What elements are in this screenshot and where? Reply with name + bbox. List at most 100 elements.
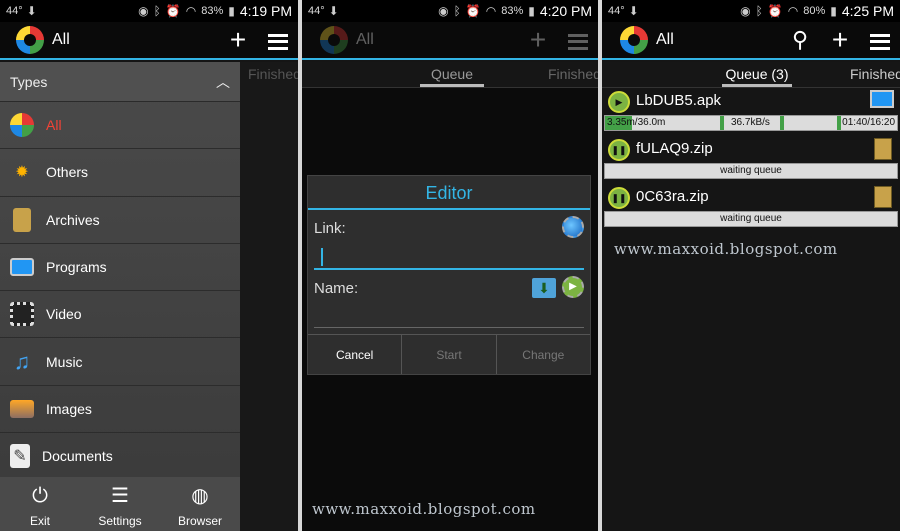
tab-finished[interactable]: Finished [850, 66, 900, 82]
app-logo-icon[interactable] [620, 26, 648, 54]
zip-icon [874, 138, 892, 160]
battery-percent: 83% [501, 5, 524, 17]
play-icon[interactable]: ▶ [608, 91, 630, 113]
text-caret [321, 248, 323, 266]
start-button[interactable]: Start [402, 335, 497, 374]
drawer-item-archives[interactable]: Archives [0, 197, 240, 244]
queue-item[interactable]: ▶ LbDUB5.apk 3.35m/36.0m 36.7kB/s 01:40/… [604, 88, 898, 136]
archive-icon [13, 207, 31, 232]
notification-icon: ⬇ [26, 4, 37, 18]
status-bar-waiting: waiting queue [604, 211, 898, 227]
temperature: 44° [6, 5, 23, 17]
drawer-item-label: Video [46, 306, 82, 323]
status-bar: 44° ⬇ ◉ ᛒ ⏰ ◠ 83% ▮ 4:19 PM [0, 0, 298, 22]
menu-icon[interactable] [558, 26, 598, 54]
queue-item[interactable]: ❚❚ fULAQ9.zip waiting queue [604, 136, 898, 184]
settings-button[interactable]: ☰ Settings [80, 477, 160, 531]
progress-segment [720, 116, 724, 130]
queue-item[interactable]: ❚❚ 0C63ra.zip waiting queue [604, 184, 898, 232]
add-icon[interactable]: + [820, 26, 860, 54]
drawer-item-programs[interactable]: Programs [0, 244, 240, 292]
bluetooth-icon: ᛒ [153, 4, 161, 18]
globe-icon[interactable] [562, 216, 584, 238]
drawer-item-label: Programs [46, 259, 107, 276]
app-title: All [52, 31, 70, 48]
clock: 4:20 PM [539, 3, 592, 19]
drawer-item-images[interactable]: Images [0, 386, 240, 434]
folder-download-icon[interactable]: ⬇ [532, 278, 556, 298]
drawer-item-documents[interactable]: ✎ Documents [0, 433, 240, 481]
dialog-title: Editor [308, 176, 590, 210]
tab-queue[interactable]: Queue [420, 66, 484, 87]
add-icon[interactable]: + [518, 26, 558, 54]
clock: 4:25 PM [841, 3, 894, 19]
music-note-icon: ♫ [13, 348, 31, 374]
progress-segment [780, 116, 784, 130]
add-icon[interactable]: + [218, 26, 258, 54]
bluetooth-icon: ᛒ [453, 4, 461, 18]
watermark: www.maxxoid.blogspot.com [312, 500, 536, 518]
dialog-buttons: Cancel Start Change [308, 334, 590, 374]
content-behind-drawer: Finished [240, 62, 298, 531]
eye-icon: ◉ [138, 4, 149, 18]
app-logo-icon[interactable] [16, 26, 44, 54]
monitor-icon [870, 90, 894, 108]
watermark: www.maxxoid.blogspot.com [614, 240, 838, 258]
eye-icon: ◉ [740, 4, 751, 18]
drawer-item-all[interactable]: All [0, 102, 240, 150]
drawer-bottom-bar: ⏻ Exit ☰ Settings ◍ Browser [0, 477, 240, 531]
notification-icon: ⬇ [628, 4, 639, 18]
battery-percent: 83% [201, 5, 224, 17]
tab-finished[interactable]: Finished [240, 62, 298, 86]
settings-label: Settings [98, 514, 142, 528]
editor-dialog: Editor Link: Name: ⬇ ▶ Cancel Start Chan… [307, 175, 591, 375]
status-bar: 44° ⬇ ◉ ᛒ ⏰ ◠ 83% ▮ 4:20 PM [302, 0, 598, 22]
app-logo-icon[interactable] [320, 26, 348, 54]
battery-icon: ▮ [228, 4, 235, 18]
file-name: 0C63ra.zip [636, 188, 709, 205]
all-types-icon [10, 113, 34, 138]
tab-bar: Queue Finished [302, 62, 598, 88]
name-field[interactable] [314, 302, 584, 328]
app-bar: All ⚲ + [602, 22, 900, 60]
pause-icon[interactable]: ❚❚ [608, 187, 630, 209]
navigation-drawer: Types ︿ All ✹ Others Archives Programs Vi… [0, 62, 240, 531]
link-label: Link: [314, 220, 346, 237]
drawer-header[interactable]: Types ︿ [0, 62, 240, 102]
elapsed-time: 01:40/16:20 [842, 117, 895, 128]
pause-icon[interactable]: ❚❚ [608, 139, 630, 161]
notification-icon: ⬇ [328, 4, 339, 18]
document-icon: ✎ [10, 444, 30, 469]
progress-bar: 3.35m/36.0m 36.7kB/s 01:40/16:20 [604, 115, 898, 131]
exit-button[interactable]: ⏻ Exit [0, 477, 80, 531]
drawer-item-video[interactable]: Video [0, 291, 240, 339]
tab-bar: Queue (3) Finished [602, 62, 900, 88]
drawer-item-label: All [46, 117, 62, 134]
globe-icon: ◍ [191, 485, 209, 507]
wifi-icon: ◠ [485, 4, 497, 18]
change-button[interactable]: Change [497, 335, 590, 374]
link-field[interactable] [314, 244, 584, 270]
cancel-button[interactable]: Cancel [308, 335, 403, 374]
play-icon[interactable]: ▶ [562, 276, 584, 298]
menu-icon[interactable] [258, 26, 298, 54]
zip-icon [874, 186, 892, 208]
drawer-item-music[interactable]: ♫ Music [0, 338, 240, 386]
eye-icon: ◉ [438, 4, 449, 18]
chevron-up-icon[interactable]: ︿ [216, 72, 230, 92]
browser-label: Browser [177, 514, 222, 528]
drawer-header-label: Types [10, 73, 48, 90]
menu-icon[interactable] [860, 26, 900, 54]
tab-finished[interactable]: Finished [548, 66, 598, 82]
image-icon [10, 399, 34, 418]
tab-queue[interactable]: Queue (3) [722, 66, 792, 87]
drawer-item-others[interactable]: ✹ Others [0, 149, 240, 197]
browser-button[interactable]: ◍ Browser [160, 477, 240, 531]
app-title: All [656, 31, 674, 48]
alarm-icon: ⏰ [165, 4, 181, 18]
download-speed: 36.7kB/s [731, 117, 770, 128]
name-label: Name: [314, 280, 359, 297]
temperature: 44° [308, 5, 325, 17]
downloaded-size: 3.35m/36.0m [607, 117, 666, 128]
search-icon[interactable]: ⚲ [780, 26, 820, 54]
